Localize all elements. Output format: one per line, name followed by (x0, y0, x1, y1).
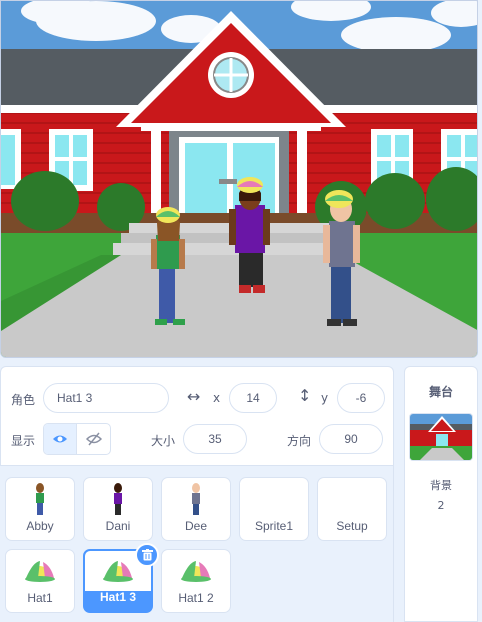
show-sprite-button[interactable] (44, 424, 78, 454)
sprite-thumbnail (114, 483, 122, 515)
size-label: 大小 (151, 434, 176, 448)
y-position-input[interactable]: -6 (337, 383, 385, 413)
sprite-tile-hat1-2[interactable]: Hat1 2 (161, 549, 231, 613)
sprite-name: Hat1 (27, 591, 53, 605)
backdrop-thumbnail (409, 413, 473, 461)
delete-sprite-button[interactable] (135, 543, 159, 567)
sprite-name: Dani (105, 519, 131, 533)
sprite-tile-hat1-3[interactable]: Hat1 3 (83, 543, 159, 613)
sprite-tile-dani[interactable]: Dani (83, 477, 153, 541)
trash-icon (141, 549, 153, 561)
y-label: y (321, 391, 329, 405)
stage-selector-panel[interactable]: 舞台 背景 2 (404, 366, 478, 622)
backdrops-label: 背景 (430, 479, 452, 492)
sprite-name: Abby (26, 519, 54, 533)
size-input[interactable]: 35 (183, 424, 247, 454)
sprite-name: Hat1 3 (99, 590, 137, 604)
hide-sprite-button[interactable] (77, 424, 110, 454)
stage-title: 舞台 (428, 385, 453, 399)
sprite-tile-setup[interactable]: Setup (317, 477, 387, 541)
sprite-tile-sprite1[interactable]: Sprite1 (239, 477, 309, 541)
sprite-list: Abby Dani Dee Sprite1 Setup Hat1 Hat1 3 … (0, 466, 394, 622)
stage-scene (1, 1, 477, 357)
sprite-tile-abby[interactable]: Abby (5, 477, 75, 541)
x-arrows-icon: ↔ (187, 387, 201, 406)
sprite-info-panel: 角色 Hat1 3 ↔ x 14 ↕ y -6 显示 大小 35 方向 90 (0, 366, 394, 466)
sprite-name: Sprite1 (254, 519, 294, 533)
sprite-label: 角色 (11, 393, 36, 407)
show-label: 显示 (11, 434, 36, 448)
eye-slash-icon (85, 432, 102, 446)
sprite-name: Setup (336, 519, 368, 533)
backdrops-count: 2 (437, 499, 445, 512)
visibility-toggle-group (43, 423, 111, 455)
hat-thumbnail (25, 561, 55, 582)
sprite-thumbnail (192, 483, 200, 515)
y-arrows-icon: ↕ (298, 386, 312, 405)
eye-icon (53, 435, 67, 443)
x-position-input[interactable]: 14 (229, 383, 277, 413)
sprite-thumbnail (36, 483, 44, 515)
hat-thumbnail (181, 561, 211, 582)
sprite-tile-hat1[interactable]: Hat1 (5, 549, 75, 613)
sprite-name: Dee (184, 519, 207, 533)
hat-thumbnail (103, 561, 133, 582)
direction-label: 方向 (287, 434, 312, 448)
x-label: x (213, 391, 221, 405)
sprite-name: Hat1 2 (178, 591, 214, 605)
direction-input[interactable]: 90 (319, 424, 383, 454)
stage-canvas[interactable] (0, 0, 478, 358)
sprite-tile-dee[interactable]: Dee (161, 477, 231, 541)
sprite-name-input[interactable]: Hat1 3 (43, 383, 169, 413)
